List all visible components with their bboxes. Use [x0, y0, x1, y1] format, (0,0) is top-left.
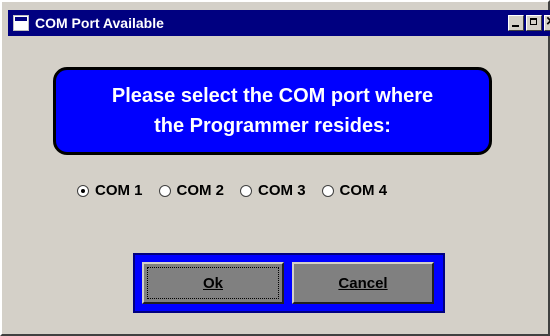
radio-label-com-1: COM 1 — [95, 182, 143, 199]
instruction-line-2: the Programmer resides: — [154, 115, 391, 137]
com-port-radio-group: COM 1 COM 2 COM 3 COM 4 — [77, 182, 403, 199]
radio-unchecked-icon[interactable] — [321, 184, 334, 197]
radio-unchecked-icon[interactable] — [158, 184, 171, 197]
instruction-banner: Please select the COM port where the Pro… — [53, 67, 492, 155]
radio-label-com-3: COM 3 — [258, 182, 306, 199]
maximize-icon[interactable] — [526, 15, 542, 31]
ok-button[interactable]: Ok — [142, 262, 284, 304]
close-icon[interactable] — [544, 15, 550, 31]
radio-checked-icon[interactable] — [77, 184, 89, 197]
window-title: COM Port Available — [35, 15, 164, 31]
radio-com-4[interactable]: COM 4 — [321, 182, 388, 199]
radio-label-com-2: COM 2 — [176, 182, 225, 199]
title-bar[interactable]: COM Port Available — [8, 10, 550, 36]
radio-label-com-4: COM 4 — [339, 182, 388, 199]
minimize-icon[interactable] — [508, 15, 524, 31]
window-controls — [506, 15, 550, 31]
radio-com-2[interactable]: COM 2 — [158, 182, 225, 199]
button-frame: Ok Cancel — [133, 253, 445, 313]
com-port-dialog: COM Port Available Please select the COM… — [0, 0, 550, 336]
radio-com-1[interactable]: COM 1 — [77, 182, 143, 199]
instruction-line-1: Please select the COM port where — [111, 85, 434, 107]
cancel-button[interactable]: Cancel — [292, 262, 434, 304]
radio-unchecked-icon[interactable] — [240, 184, 253, 197]
window-icon[interactable] — [13, 15, 29, 31]
radio-com-3[interactable]: COM 3 — [240, 182, 306, 199]
